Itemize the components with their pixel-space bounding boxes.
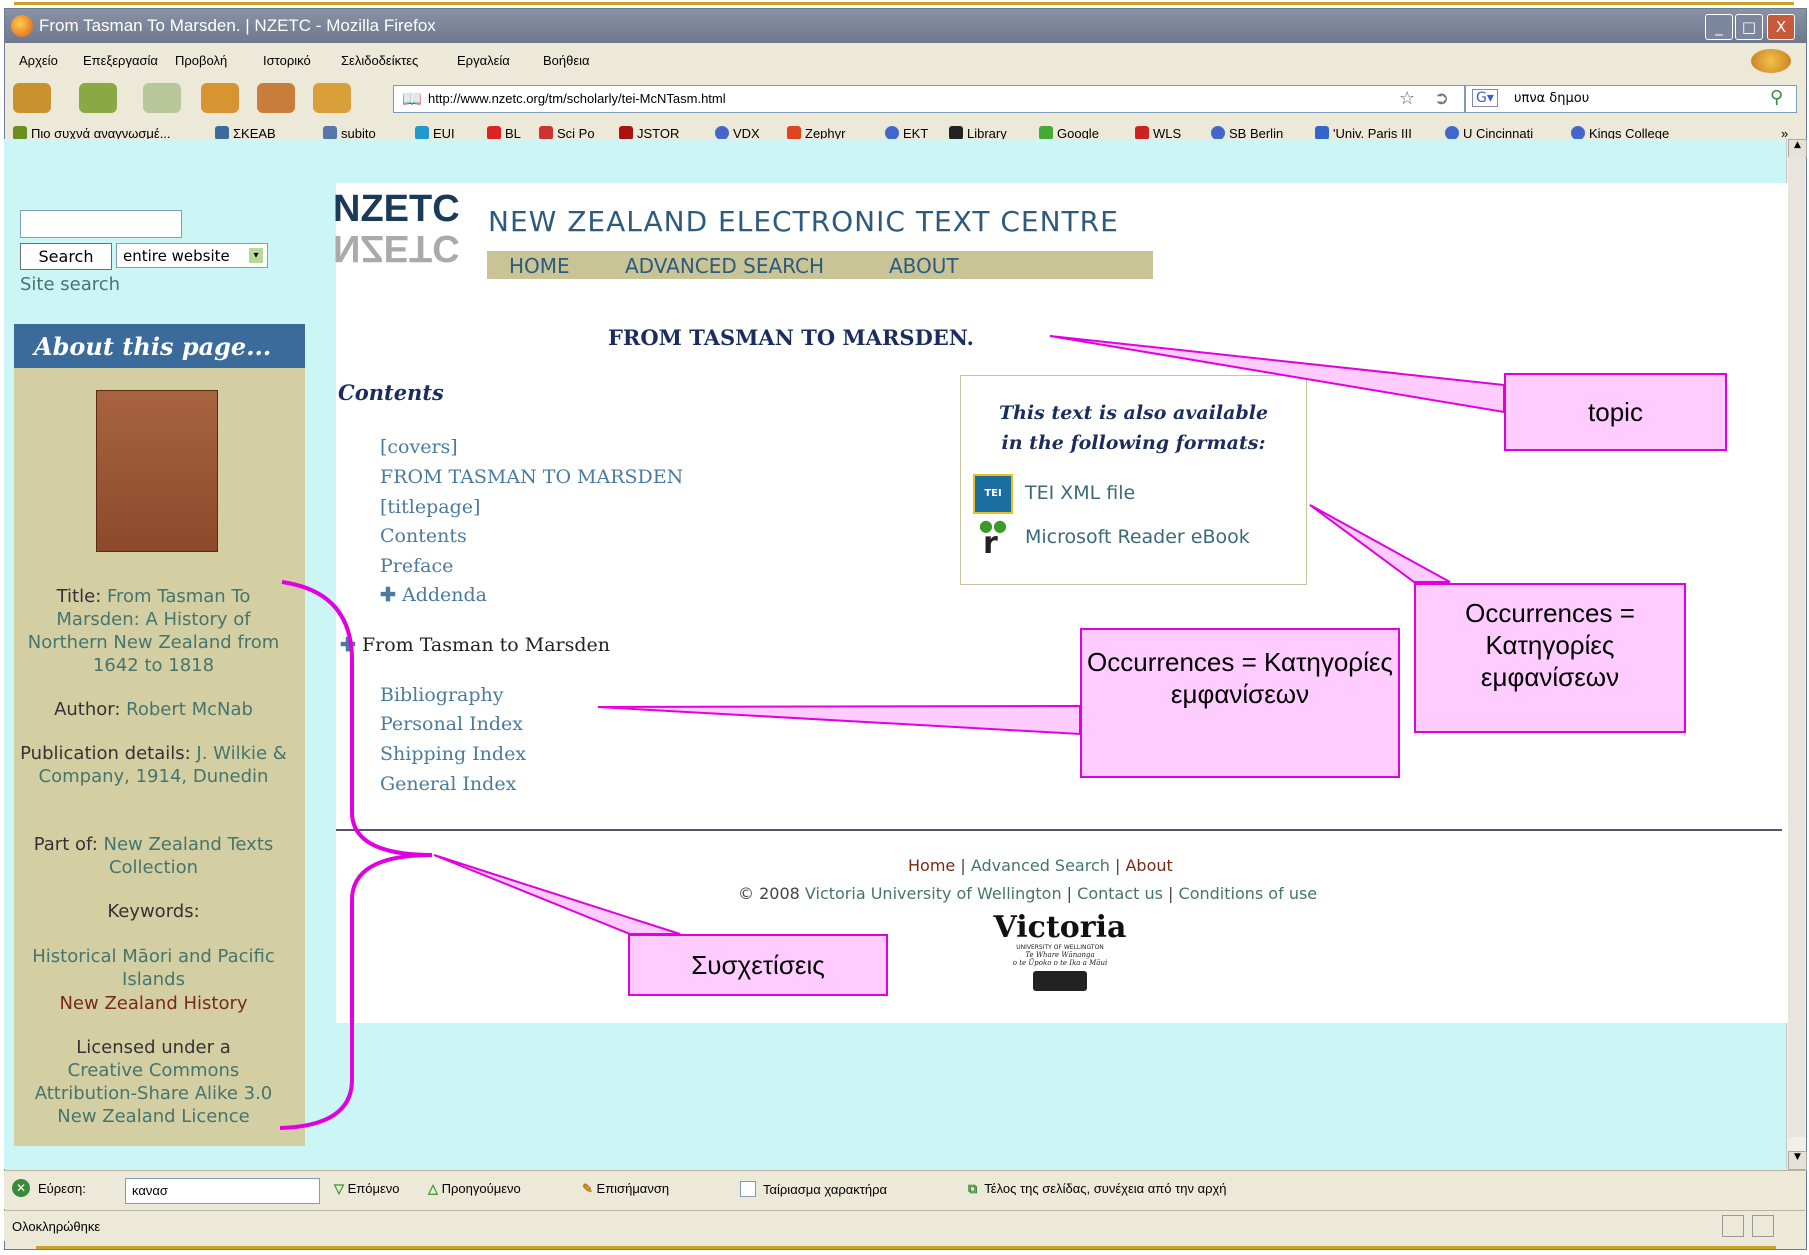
callout-occurrences-right: Occurrences = Κατηγορίες εμφανίσεων	[1414, 583, 1686, 733]
callout-occurrences-mid: Occurrences = Κατηγορίες εμφανίσεων	[1080, 628, 1400, 778]
associations-pointer	[433, 854, 681, 935]
topic-pointer	[1049, 335, 1505, 414]
occurrences-mid-pointer	[597, 704, 1081, 736]
associations-brace	[279, 580, 433, 1130]
callout-associations: Συσχετίσεις	[628, 934, 888, 996]
occurrences-right-pointer	[1309, 504, 1451, 583]
callout-topic: topic	[1504, 373, 1727, 451]
